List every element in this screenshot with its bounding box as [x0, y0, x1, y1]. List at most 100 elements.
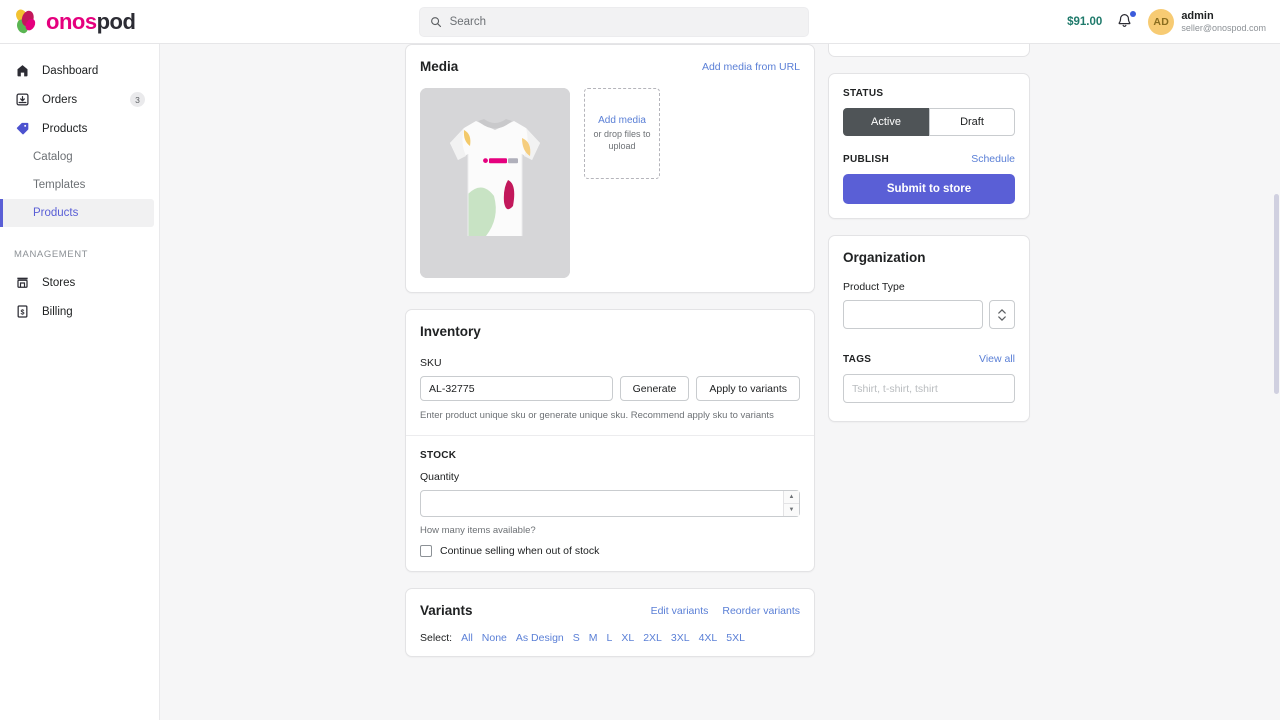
variant-option-l[interactable]: L [607, 632, 613, 644]
search-input[interactable]: Search [418, 6, 809, 37]
product-type-label: Product Type [843, 281, 905, 293]
partial-card-above [828, 44, 1030, 57]
scrollbar-thumb[interactable] [1274, 194, 1279, 394]
sidebar-section-management: MANAGEMENT [14, 249, 89, 260]
tags-input[interactable]: Tshirt, t-shirt, tshirt [843, 374, 1015, 403]
select-label: Select: [420, 632, 453, 644]
quantity-help-text: How many items available? [420, 525, 536, 536]
continue-selling-checkbox[interactable] [420, 545, 432, 557]
side-column: STATUS Active Draft PUBLISH Schedule Sub… [828, 44, 1030, 438]
top-bar: onospod Search $91.00 AD admin seller@on… [0, 0, 1280, 44]
sidebar-item-dashboard[interactable]: Dashboard [0, 56, 159, 85]
media-dropzone[interactable]: Add media or drop files to upload [584, 88, 660, 179]
media-title: Media [420, 59, 459, 74]
quantity-stepper[interactable]: ▲ ▼ [783, 491, 799, 516]
variant-option-m[interactable]: M [589, 632, 598, 644]
quantity-increment-icon[interactable]: ▲ [784, 491, 799, 503]
variant-option-as-design[interactable]: As Design [516, 632, 564, 644]
product-type-input[interactable] [843, 300, 983, 329]
sidebar-item-orders[interactable]: Orders 3 [0, 85, 159, 114]
brand-logo[interactable]: onospod [0, 0, 160, 44]
reorder-variants-link[interactable]: Reorder variants [722, 605, 800, 617]
sku-label: SKU [420, 357, 442, 369]
variant-option-5xl[interactable]: 5XL [726, 632, 745, 644]
organization-card: Organization Product Type TAGS View all … [828, 235, 1030, 422]
variant-option-none[interactable]: None [482, 632, 507, 644]
product-thumbnail[interactable] [420, 88, 570, 278]
variants-card-header: Variants Edit variants Reorder variants [406, 589, 814, 632]
variant-option-2xl[interactable]: 2XL [643, 632, 662, 644]
status-draft-button[interactable]: Draft [929, 108, 1015, 136]
user-meta: admin seller@onospod.com [1181, 10, 1266, 34]
apply-to-variants-button[interactable]: Apply to variants [696, 376, 800, 401]
tshirt-mockup-image [420, 88, 570, 278]
variant-option-all[interactable]: All [461, 632, 473, 644]
orders-badge: 3 [130, 92, 145, 107]
media-card: Media Add media from URL Add media or dr… [405, 44, 815, 293]
home-icon [14, 62, 31, 79]
sidebar-label-orders: Orders [42, 93, 78, 106]
add-media-from-url-link[interactable]: Add media from URL [702, 61, 800, 73]
brand-text-primary: onos [46, 8, 97, 34]
onospod-logo-icon [16, 9, 36, 33]
brand-wordmark: onospod [46, 8, 136, 34]
submit-to-store-button[interactable]: Submit to store [843, 174, 1015, 204]
user-name: admin [1181, 9, 1214, 22]
status-active-button[interactable]: Active [843, 108, 929, 136]
product-type-selector[interactable] [989, 300, 1015, 329]
sku-input[interactable]: AL-32775 [420, 376, 613, 401]
sidebar-sublabel-products: Products [33, 207, 79, 219]
main-column: Media Add media from URL Add media or dr… [405, 44, 815, 673]
search-container: Search [160, 6, 1067, 37]
quantity-input[interactable]: ▲ ▼ [420, 490, 800, 517]
add-media-label: Add media [598, 115, 646, 127]
edit-variants-link[interactable]: Edit variants [651, 605, 709, 617]
organization-title: Organization [843, 250, 926, 265]
topbar-right: $91.00 AD admin seller@onospod.com [1067, 8, 1280, 35]
svg-text:$: $ [21, 308, 25, 316]
variant-option-3xl[interactable]: 3XL [671, 632, 690, 644]
notifications-button[interactable] [1116, 10, 1137, 32]
sidebar-item-products[interactable]: Products [0, 114, 159, 143]
sidebar-sublabel-templates: Templates [33, 179, 86, 191]
media-body: Add media or drop files to upload [406, 74, 814, 292]
generate-sku-button[interactable]: Generate [619, 376, 690, 401]
quantity-decrement-icon[interactable]: ▼ [784, 503, 799, 516]
inventory-title: Inventory [420, 324, 481, 339]
app-root: onospod Search $91.00 AD admin seller@on… [0, 0, 1280, 720]
sidebar-subitem-templates[interactable]: Templates [0, 171, 154, 199]
variant-option-s[interactable]: S [573, 632, 580, 644]
variant-option-xl[interactable]: XL [621, 632, 634, 644]
tags-label: TAGS [843, 353, 872, 365]
sidebar-item-billing[interactable]: $ Billing [0, 297, 159, 326]
chevron-down-icon [998, 315, 1006, 321]
sidebar-subitem-catalog[interactable]: Catalog [0, 143, 154, 171]
inventory-card-header: Inventory [406, 310, 814, 339]
page-scrollbar[interactable] [1273, 44, 1280, 720]
sidebar-subitem-products[interactable]: Products [0, 199, 154, 227]
status-toggle: Active Draft [843, 108, 1015, 136]
sidebar-label-dashboard: Dashboard [42, 64, 99, 77]
continue-selling-row[interactable]: Continue selling when out of stock [420, 545, 800, 557]
publish-label: PUBLISH [843, 153, 889, 165]
billing-icon: $ [14, 303, 31, 320]
variant-option-4xl[interactable]: 4XL [699, 632, 718, 644]
schedule-link[interactable]: Schedule [971, 153, 1015, 165]
organization-card-header: Organization [829, 236, 1029, 265]
variants-card: Variants Edit variants Reorder variants … [405, 588, 815, 657]
chevron-up-icon [998, 308, 1006, 314]
view-all-tags-link[interactable]: View all [979, 353, 1015, 365]
notification-dot [1130, 10, 1137, 17]
variants-links: Edit variants Reorder variants [651, 605, 800, 617]
sidebar-item-stores[interactable]: Stores [0, 268, 159, 297]
user-menu[interactable]: AD admin seller@onospod.com [1148, 8, 1266, 35]
avatar: AD [1148, 8, 1175, 35]
tag-icon [14, 120, 31, 137]
main-content: Media Add media from URL Add media or dr… [160, 44, 1280, 720]
status-label: STATUS [843, 88, 884, 99]
search-placeholder: Search [449, 15, 486, 28]
user-email: seller@onospod.com [1181, 22, 1266, 33]
account-balance: $91.00 [1067, 15, 1103, 28]
search-icon [430, 16, 441, 27]
sidebar: Dashboard Orders 3 Products Catalog Temp… [0, 44, 160, 720]
